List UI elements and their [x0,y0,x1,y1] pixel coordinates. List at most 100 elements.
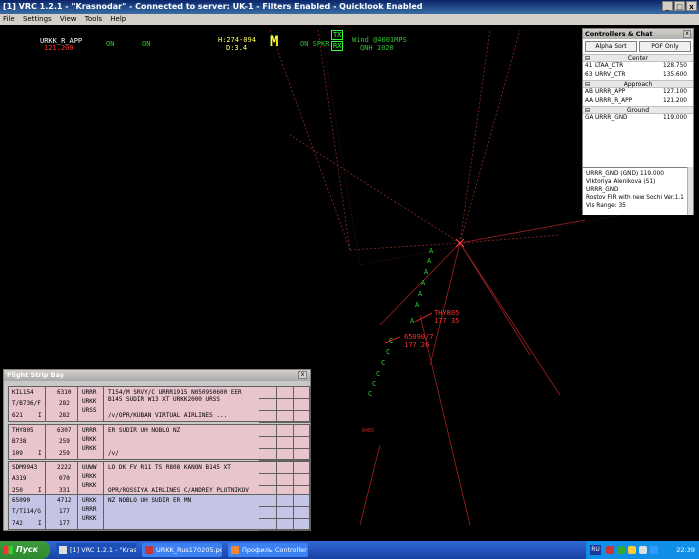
taskbar-item-pdf[interactable]: URKK_Rus170205.pd... [142,543,222,557]
speaker-indicator[interactable]: ON SPKR [300,40,330,48]
collapse-icon[interactable]: ⊟ [585,81,590,88]
strip-departure: UUWW [82,464,97,471]
controller-frequency: 127.100 [663,89,687,95]
distance-readout: D:3.4 [226,44,248,52]
collapse-icon[interactable]: ⊟ [585,107,590,114]
menu-file[interactable]: File [3,15,15,23]
strip-aircraft-type: A319 [12,475,27,482]
strip-ete: 259 [59,438,70,445]
strip-ete: 177 [59,508,70,515]
strip-annotation-boxes[interactable] [259,462,311,498]
strip-flight-rules: I [38,487,42,494]
controller-row[interactable]: GA URRR_GND 119.000 [583,114,693,123]
strip-aircraft-type: T/B736/F [12,400,41,407]
group-header-center[interactable]: ⊟ Center [583,54,693,62]
windows-logo-icon [4,546,13,554]
strip-flight-rules: I [38,412,42,419]
track-history: A [424,268,429,276]
menu-settings[interactable]: Settings [23,15,52,23]
strip-altitude: 177 [59,520,70,527]
rx-indicator[interactable]: RX [331,41,344,51]
on-indicator-2[interactable]: ON [142,40,150,48]
strip-squawk: 6307 [57,427,72,434]
info-scrollbar[interactable] [687,167,693,215]
strip-departure: URKK [82,497,97,504]
track-history: A [415,301,420,309]
datablock-data: 177 26 [404,341,430,349]
controller-id: AB [585,89,593,95]
on-indicator-1[interactable]: ON [106,40,114,48]
system-tray: RU 22:39 [586,541,699,559]
controller-frequency: 128.750 [663,63,687,69]
controller-info-panel: URRR_GND (GND) 119.000 Viktoriya Aleniko… [583,167,693,215]
strip-flight-rules: I [38,520,42,527]
track-history: C [368,390,373,398]
strip-annotation-boxes[interactable] [259,495,311,531]
minimize-button[interactable]: _ [662,1,673,11]
flight-strip[interactable]: SDM9943 A319 250 I 2222 070 331 UUWW URKK URKK LO … [8,461,311,498]
strip-annotation-boxes[interactable] [259,425,311,461]
strip-callsign[interactable]: SDM9943 [12,464,37,471]
info-line: URRR_GND (GND) 119.000 [586,171,664,177]
strip-squawk: 6310 [57,389,72,396]
strip-bay-title: Flight Strip Bay [4,370,310,381]
strip-callsign[interactable]: THY805 [12,427,34,434]
strip-alternate: URKK [82,515,97,522]
language-indicator[interactable]: RU [590,545,601,555]
taskbar-item-browser[interactable]: Профиль Controller -... [228,543,308,557]
strip-remarks: /v/OPR/KUBAN VIRTUAL AIRLINES ... [108,412,228,419]
start-label: Пуск [16,545,39,554]
taskbar-item-vrc[interactable]: [1] VRC 1.2.1 - "Kras... [56,543,136,557]
track-history: C [372,380,377,388]
controller-id: 41 [585,63,593,69]
controller-row[interactable]: 63 URRV_CTR 135.600 [583,71,693,80]
controller-callsign: URRR_R_APP [595,98,633,104]
aircraft-target[interactable]: C [389,337,393,345]
strip-bay-close-button[interactable]: x [298,371,307,379]
fix-label: 8485 [362,428,375,434]
tx-indicator[interactable]: TX [331,30,344,40]
flight-strip[interactable]: 65090 T/T114/G 742 I 4712 177 177 URKK URRR URKK N… [8,494,311,531]
position-frequency: 121.200 [44,44,74,52]
strip-cid: 109 [12,450,23,457]
tray-icon[interactable] [639,546,647,554]
flight-strip[interactable]: KIL154 T/B736/F 621 I 6310 282 282 URRR URKK URSS… [8,386,311,423]
tray-icon[interactable] [628,546,636,554]
controller-frequency: 135.600 [663,72,687,78]
close-button[interactable]: x [686,1,697,11]
tray-icon[interactable] [650,546,658,554]
pof-only-button[interactable]: POF Only [639,41,691,52]
strip-annotation-boxes[interactable] [259,387,311,423]
aircraft-target[interactable]: A [410,317,414,325]
menu-help[interactable]: Help [110,15,126,23]
strip-alternate: URSS [82,407,97,414]
controller-callsign: LTAA_CTR [595,63,624,69]
menu-view[interactable]: View [60,15,77,23]
flight-strip[interactable]: THY805 B738 109 I 6307 259 259 URRR URKK URKK ER S… [8,424,311,461]
collapse-icon[interactable]: ⊟ [585,55,590,62]
vrc-window: [1] VRC 1.2.1 - "Krasnodar" - Connected … [0,0,699,559]
strip-departure: URRR [82,389,97,396]
strip-flight-rules: I [38,450,42,457]
strip-callsign[interactable]: KIL154 [12,389,34,396]
alpha-sort-button[interactable]: Alpha Sort [585,41,637,52]
tray-icon[interactable] [617,546,625,554]
datablock-callsign[interactable]: THY805 [434,309,459,317]
controller-row[interactable]: AA URRR_R_APP 121.200 [583,97,693,106]
controller-row[interactable]: 41 LTAA_CTR 128.750 [583,62,693,71]
controller-frequency: 119.000 [663,115,687,121]
controllers-chat-window: Controllers & Chat x Alpha Sort POF Only… [582,28,694,215]
group-header-approach[interactable]: ⊟ Approach [583,80,693,88]
group-header-ground[interactable]: ⊟ Ground [583,106,693,114]
strip-callsign[interactable]: 65090 [12,497,30,504]
tray-icon[interactable] [606,546,614,554]
strip-altitude: 331 [59,487,70,494]
controller-row[interactable]: AB URRR_APP 127.100 [583,88,693,97]
start-button[interactable]: Пуск [0,541,50,559]
info-line: URRR_GND [586,187,619,193]
menu-tools[interactable]: Tools [85,15,102,23]
controllers-close-button[interactable]: x [683,30,691,38]
mode-indicator[interactable]: M [270,34,278,50]
maximize-button[interactable]: □ [674,1,685,11]
datablock-callsign[interactable]: 65090/7 [404,333,434,341]
